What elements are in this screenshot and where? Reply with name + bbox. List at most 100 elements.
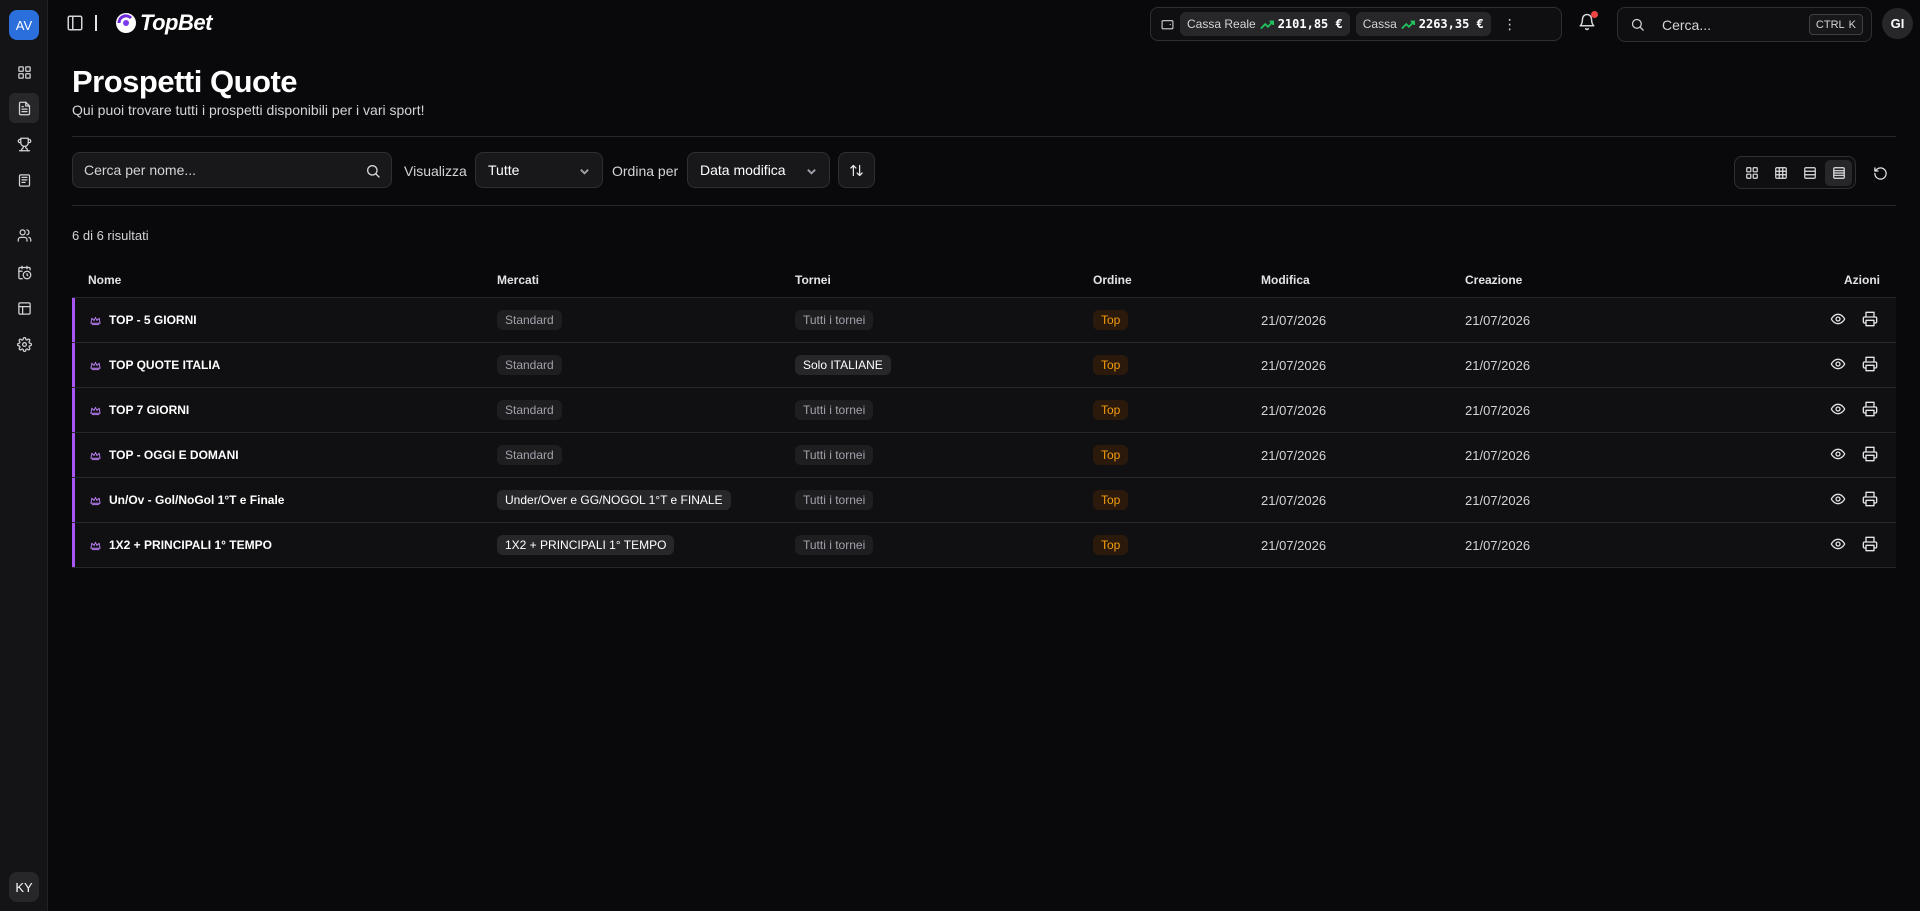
- print-button[interactable]: [1862, 401, 1878, 420]
- view-button[interactable]: [1830, 401, 1846, 420]
- view-button[interactable]: [1830, 536, 1846, 555]
- row-actions: [1830, 478, 1878, 522]
- row-creazione: 21/07/2026: [1465, 537, 1531, 553]
- mercati-badge: Standard: [497, 400, 562, 420]
- chevron-down-icon: [807, 169, 816, 175]
- row-creazione: 21/07/2026: [1465, 402, 1531, 418]
- column-tornei[interactable]: Tornei: [795, 273, 831, 287]
- row-tornei-cell: Tutti i tornei: [795, 388, 874, 432]
- search-icon: [1631, 18, 1644, 31]
- brand-logo[interactable]: TopBet: [114, 10, 212, 36]
- row-tornei-cell: Tutti i tornei: [795, 433, 874, 477]
- workspace-avatar[interactable]: AV: [9, 10, 39, 40]
- mercati-badge: Under/Over e GG/NOGOL 1°T e FINALE: [497, 490, 731, 510]
- sidebar-item-book[interactable]: [9, 165, 39, 195]
- top-bar: TopBet Cassa Reale 2101,85 € Cassa 2263,…: [48, 0, 1920, 48]
- results-count: 6 di 6 risultati: [72, 228, 149, 243]
- table-row[interactable]: TOP - OGGI E DOMANI Standard Tutti i tor…: [72, 433, 1896, 478]
- crown-icon: [90, 540, 101, 551]
- shortcut-ctrl: CTRL: [1815, 18, 1845, 31]
- row-name-cell: TOP - 5 GIORNI: [90, 298, 197, 342]
- view-button[interactable]: [1830, 356, 1846, 375]
- page-subtitle: Qui puoi trovare tutti i prospetti dispo…: [72, 102, 425, 118]
- printer-icon: [1862, 491, 1878, 506]
- sidebar-user-avatar[interactable]: KY: [9, 872, 39, 902]
- view-list-button[interactable]: [1825, 159, 1852, 186]
- global-search[interactable]: Cerca... CTRL K: [1617, 7, 1872, 42]
- view-table-button[interactable]: [1767, 160, 1794, 186]
- table-grid-icon: [1774, 166, 1787, 179]
- cassa-chip[interactable]: Cassa 2263,35 €: [1355, 12, 1491, 36]
- users-icon: [17, 228, 31, 242]
- view-button[interactable]: [1830, 491, 1846, 510]
- sidebar-item-calendar[interactable]: [9, 257, 39, 287]
- name-search-box: [72, 152, 392, 188]
- mercati-badge: Standard: [497, 445, 562, 465]
- column-ordine[interactable]: Ordine: [1093, 273, 1132, 287]
- divider: [72, 205, 1896, 206]
- row-creazione: 21/07/2026: [1465, 492, 1531, 508]
- notifications-button[interactable]: [1578, 11, 1598, 33]
- search-icon: [367, 165, 380, 178]
- row-name: TOP - OGGI E DOMANI: [109, 448, 239, 462]
- view-select[interactable]: Tutte: [475, 152, 603, 188]
- row-name: TOP QUOTE ITALIA: [109, 358, 221, 372]
- column-modifica[interactable]: Modifica: [1261, 273, 1310, 287]
- print-button[interactable]: [1862, 356, 1878, 375]
- global-search-placeholder: Cerca...: [1662, 16, 1712, 33]
- crown-icon: [90, 495, 101, 506]
- rotate-ccw-icon: [1873, 166, 1887, 180]
- chevron-down-icon: [580, 169, 589, 175]
- sidebar-item-trophy[interactable]: [9, 129, 39, 159]
- tornei-badge: Tutti i tornei: [795, 310, 874, 330]
- sort-select[interactable]: Data modifica: [687, 152, 830, 188]
- rows-icon: [1803, 166, 1816, 179]
- toggle-sidebar-button[interactable]: [66, 14, 84, 32]
- view-button[interactable]: [1830, 311, 1846, 330]
- sort-select-value: Data modifica: [700, 162, 786, 178]
- view-button[interactable]: [1830, 446, 1846, 465]
- cassa-reale-label: Cassa Reale: [1187, 17, 1256, 31]
- sort-direction-button[interactable]: [838, 152, 875, 188]
- print-button[interactable]: [1862, 536, 1878, 555]
- reset-filters-button[interactable]: [1867, 160, 1893, 186]
- column-nome[interactable]: Nome: [88, 273, 121, 287]
- table-row[interactable]: TOP - 5 GIORNI Standard Tutti i tornei T…: [72, 298, 1896, 343]
- mercati-badge: 1X2 + PRINCIPALI 1° TEMPO: [497, 535, 675, 555]
- print-button[interactable]: [1862, 446, 1878, 465]
- view-grid-button[interactable]: [1738, 160, 1765, 186]
- row-name-cell: TOP 7 GIORNI: [90, 388, 189, 432]
- trend-up-icon: [1259, 19, 1274, 30]
- row-name: 1X2 + PRINCIPALI 1° TEMPO: [109, 538, 272, 552]
- sidebar-item-settings[interactable]: [9, 329, 39, 359]
- row-modifica: 21/07/2026: [1261, 492, 1327, 508]
- print-button[interactable]: [1862, 491, 1878, 510]
- more-vertical-icon[interactable]: ⋮: [1503, 17, 1517, 31]
- table-row[interactable]: TOP 7 GIORNI Standard Tutti i tornei Top…: [72, 388, 1896, 433]
- row-modifica: 21/07/2026: [1261, 357, 1327, 373]
- tornei-badge: Tutti i tornei: [795, 400, 874, 420]
- view-rows-button[interactable]: [1796, 160, 1823, 186]
- row-name: Un/Ov - Gol/NoGol 1°T e Finale: [109, 493, 285, 507]
- row-creazione: 21/07/2026: [1465, 447, 1531, 463]
- user-avatar[interactable]: GI: [1882, 8, 1913, 39]
- printer-icon: [1862, 401, 1878, 416]
- cassa-reale-chip[interactable]: Cassa Reale 2101,85 €: [1180, 12, 1350, 36]
- row-tornei-cell: Solo ITALIANE: [795, 343, 891, 387]
- row-creazione: 21/07/2026: [1465, 312, 1531, 328]
- row-mercati-cell: Standard: [497, 298, 562, 342]
- sidebar-item-prospetti[interactable]: [9, 93, 39, 123]
- file-text-icon: [18, 101, 30, 115]
- table-row[interactable]: TOP QUOTE ITALIA Standard Solo ITALIANE …: [72, 343, 1896, 388]
- sidebar-item-users[interactable]: [9, 220, 39, 250]
- cassa-reale-amount: 2101,85 €: [1277, 17, 1343, 31]
- table-row[interactable]: Un/Ov - Gol/NoGol 1°T e Finale Under/Ove…: [72, 478, 1896, 523]
- sidebar-item-table[interactable]: [9, 293, 39, 323]
- name-search-input[interactable]: [84, 162, 354, 178]
- sidebar-item-dashboard[interactable]: [9, 57, 39, 87]
- print-button[interactable]: [1862, 311, 1878, 330]
- table-row[interactable]: 1X2 + PRINCIPALI 1° TEMPO 1X2 + PRINCIPA…: [72, 523, 1896, 568]
- wallet-summary[interactable]: Cassa Reale 2101,85 € Cassa 2263,35 € ⋮: [1150, 7, 1562, 41]
- column-mercati[interactable]: Mercati: [497, 273, 539, 287]
- column-creazione[interactable]: Creazione: [1465, 273, 1522, 287]
